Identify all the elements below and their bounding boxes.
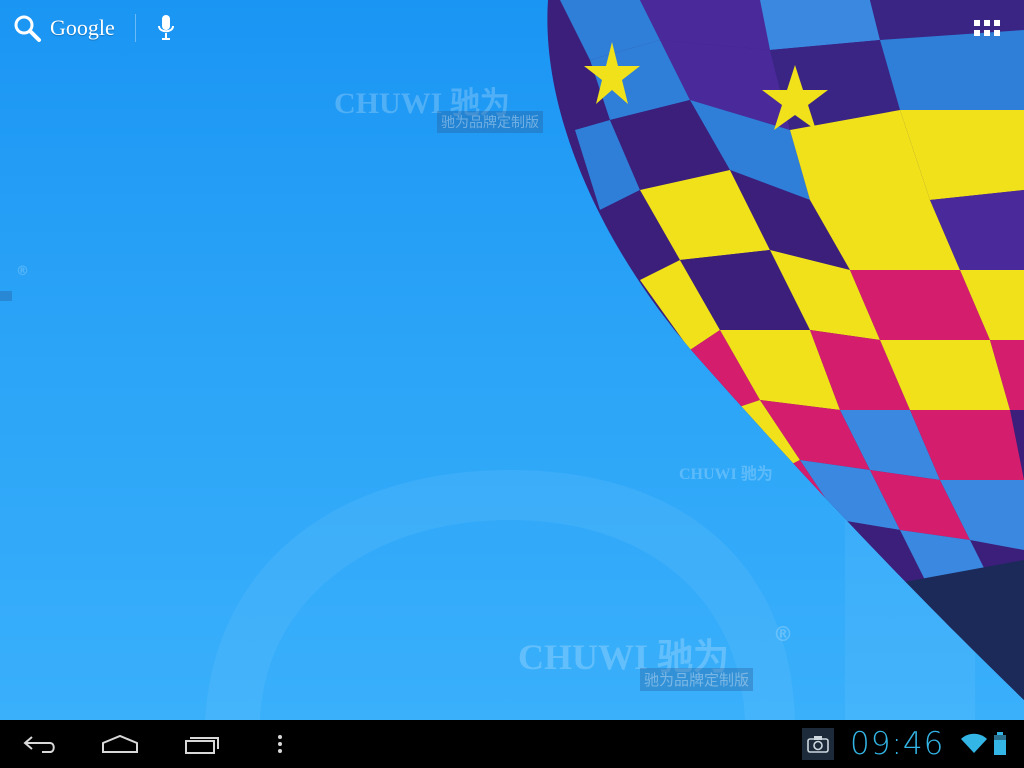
all-apps-button[interactable] [974,18,1002,38]
recent-apps-button[interactable] [182,728,222,760]
home-button[interactable] [100,728,140,760]
watermark-registered-left: ® [16,264,29,279]
screenshot-button[interactable] [802,728,834,760]
app-grid-icon [974,20,1000,36]
recent-apps-icon [185,737,219,754]
google-search-bar[interactable]: Google [12,12,174,44]
watermark-subtitle-top: 驰为品牌定制版 [437,111,543,133]
system-navigation-bar: 09:46 [0,720,1024,768]
watermark-fragment-left [0,291,12,301]
battery-icon [993,732,1007,756]
watermark-registered-bottom: ® [773,622,793,646]
microphone-icon[interactable] [157,14,174,42]
wifi-icon [960,732,988,754]
overflow-menu-button[interactable] [270,728,290,760]
google-search-label[interactable]: Google [50,15,115,41]
back-icon [23,736,55,753]
back-button[interactable] [20,728,60,760]
wallpaper: CHUWI 驰为 驰为品牌定制版 ® CHUWI 驰为 CHUWI 驰为 ® 驰… [0,0,1024,720]
watermark-brand-small: CHUWI 驰为 [679,466,773,483]
status-clock[interactable]: 09:46 [850,726,944,762]
overflow-menu-icon [278,735,282,753]
balloon-wallpaper-art [205,0,1024,720]
watermark-subtitle-bottom: 驰为品牌定制版 [640,668,754,691]
search-divider [134,14,136,42]
camera-icon [807,736,829,753]
home-icon [102,734,138,753]
search-icon[interactable] [12,13,42,43]
